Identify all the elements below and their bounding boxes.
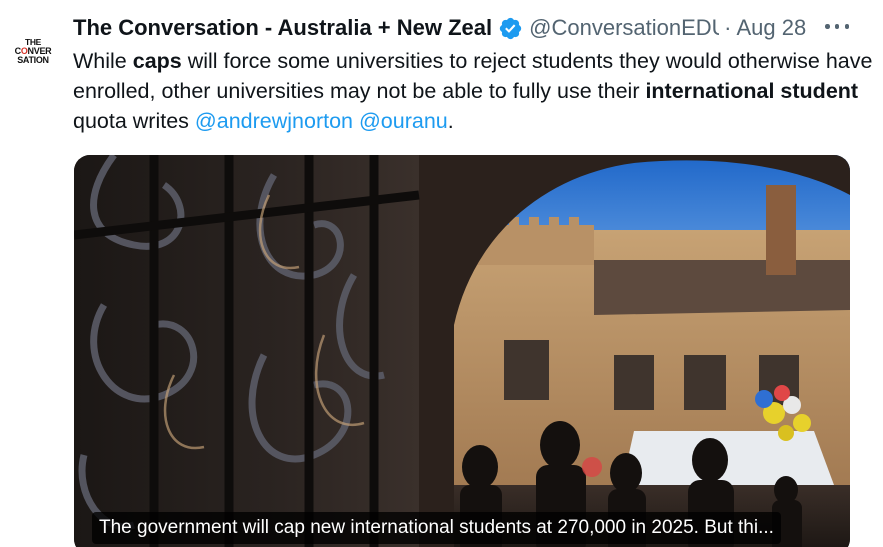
- logo-accent-letter: O: [20, 45, 28, 56]
- logo-line-3: SATION: [17, 54, 49, 65]
- text-bold-caps: caps: [132, 49, 182, 73]
- tweet[interactable]: THE CONVER SATION The Conversation - Aus…: [0, 0, 883, 547]
- text-part: .: [447, 109, 454, 133]
- tweet-text: While caps will force some universities …: [73, 46, 873, 136]
- card-photo: [74, 155, 850, 547]
- tweet-date[interactable]: Aug 28: [736, 15, 806, 41]
- mention-link-ouranu[interactable]: @ouranu: [359, 109, 448, 133]
- card-caption: The government will cap new internationa…: [92, 512, 781, 544]
- avatar[interactable]: THE CONVER SATION: [8, 26, 58, 76]
- text-part: quota writes: [73, 109, 195, 133]
- mention-link-andrewjnorton[interactable]: @andrewjnorton: [195, 109, 353, 133]
- link-card-image[interactable]: The government will cap new internationa…: [74, 155, 850, 547]
- text-bold-international-student: international student: [645, 79, 859, 103]
- text-part: While: [73, 49, 133, 73]
- tweet-header: The Conversation - Australia + New Zeal …: [73, 13, 873, 43]
- verified-badge-icon: [499, 17, 522, 39]
- separator-dot: ·: [724, 15, 732, 40]
- author-handle[interactable]: @ConversationEDU: [529, 15, 719, 41]
- more-options-icon[interactable]: [825, 24, 849, 34]
- author-name[interactable]: The Conversation - Australia + New Zeal: [73, 15, 492, 41]
